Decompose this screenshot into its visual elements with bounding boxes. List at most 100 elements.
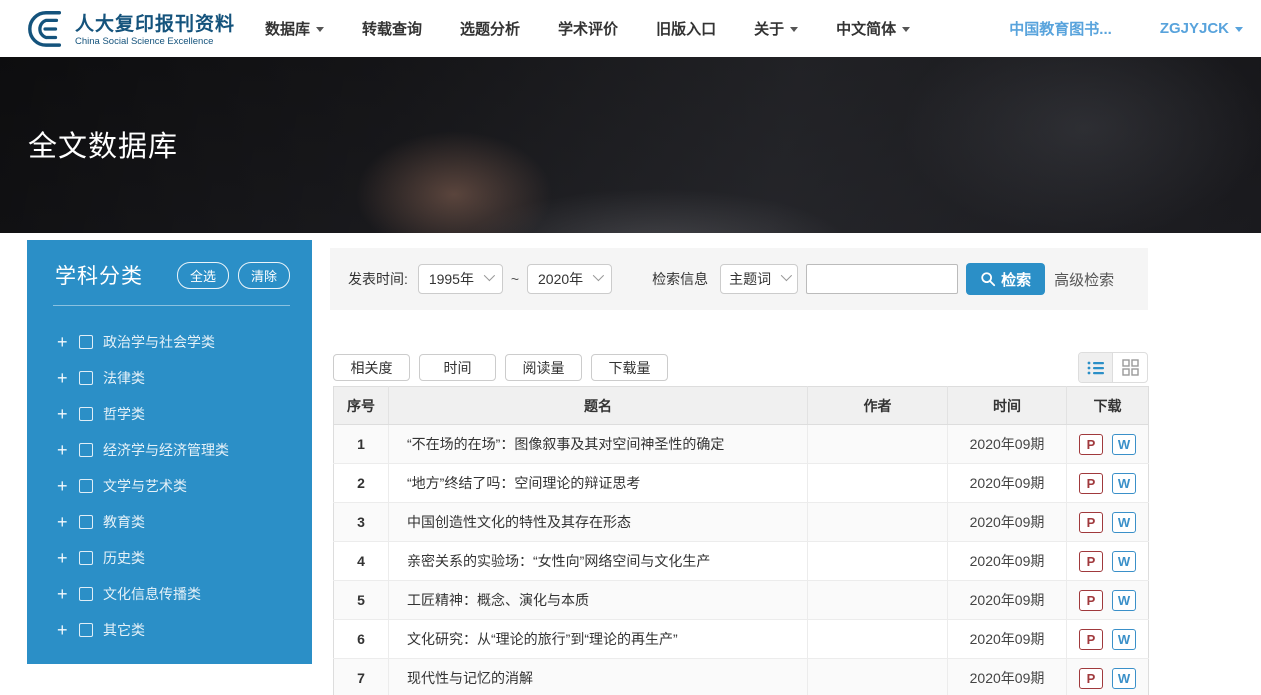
grid-view-button[interactable] [1113, 353, 1147, 382]
nav-item-关于[interactable]: 关于 [754, 18, 798, 39]
nav-item-学术评价[interactable]: 学术评价 [558, 18, 618, 39]
word-download-badge[interactable]: W [1112, 473, 1136, 494]
sidebar-item-哲学类[interactable]: +哲学类 [57, 396, 312, 432]
tilde-separator: ~ [511, 271, 519, 287]
year-from-select[interactable]: 1995年 [418, 264, 503, 294]
pdf-download-badge[interactable]: P [1079, 473, 1103, 494]
pdf-download-badge[interactable]: P [1079, 668, 1103, 689]
nav-item-label: 学术评价 [558, 18, 618, 39]
nav-item-旧版入口[interactable]: 旧版入口 [656, 18, 716, 39]
category-checkbox[interactable] [79, 443, 93, 457]
word-download-badge[interactable]: W [1112, 434, 1136, 455]
category-checkbox[interactable] [79, 623, 93, 637]
sort-button-相关度[interactable]: 相关度 [333, 354, 410, 381]
sidebar-item-经济学与经济管理类[interactable]: +经济学与经济管理类 [57, 432, 312, 468]
year-to-select[interactable]: 2020年 [527, 264, 612, 294]
expand-plus-icon[interactable]: + [57, 440, 79, 461]
article-title-link[interactable]: 工匠精神：概念、演化与本质 [389, 581, 808, 620]
sidebar-category-list: +政治学与社会学类+法律类+哲学类+经济学与经济管理类+文学与艺术类+教育类+历… [27, 316, 312, 648]
article-title-link[interactable]: “不在场的在场”：图像叙事及其对空间神圣性的确定 [389, 425, 808, 464]
nav-item-label: 旧版入口 [656, 18, 716, 39]
article-title-link[interactable]: 中国创造性文化的特性及其存在形态 [389, 503, 808, 542]
sidebar-item-其它类[interactable]: +其它类 [57, 612, 312, 648]
nav-item-数据库[interactable]: 数据库 [265, 18, 324, 39]
expand-plus-icon[interactable]: + [57, 512, 79, 533]
pdf-download-badge[interactable]: P [1079, 434, 1103, 455]
sidebar-item-文学与艺术类[interactable]: + 文学与艺术类 [57, 468, 312, 504]
word-download-badge[interactable]: W [1112, 512, 1136, 533]
category-checkbox[interactable] [79, 371, 93, 385]
logo-title: 人大复印报刊资料 [75, 14, 235, 36]
expand-plus-icon[interactable]: + [57, 404, 79, 425]
list-view-button[interactable] [1079, 353, 1113, 382]
search-button[interactable]: 检索 [966, 263, 1045, 295]
category-checkbox[interactable] [79, 407, 93, 421]
site-logo[interactable]: 人大复印报刊资料 China Social Science Excellence [25, 8, 235, 53]
nav-item-label: 中文简体 [836, 18, 896, 39]
table-row: 2“地方”终结了吗：空间理论的辩证思考2020年09期PW [334, 464, 1149, 503]
article-title-link[interactable]: 亲密关系的实验场：“女性向”网络空间与文化生产 [389, 542, 808, 581]
user-link-中国教育图书...[interactable]: 中国教育图书... [1009, 18, 1112, 39]
category-checkbox[interactable] [79, 515, 93, 529]
category-checkbox[interactable] [79, 479, 93, 493]
expand-plus-icon[interactable]: + [57, 332, 79, 353]
table-row: 5工匠精神：概念、演化与本质2020年09期PW [334, 581, 1149, 620]
logo-text: 人大复印报刊资料 China Social Science Excellence [75, 14, 235, 47]
row-number: 4 [334, 542, 389, 581]
nav-item-转载查询[interactable]: 转载查询 [362, 18, 422, 39]
year-from-value: 1995年 [429, 269, 474, 289]
category-checkbox[interactable] [79, 587, 93, 601]
sidebar-item-政治学与社会学类[interactable]: + 政治学与社会学类 [57, 324, 312, 360]
category-label: 政治学与社会学类 [103, 332, 215, 352]
article-title-link[interactable]: “地方”终结了吗：空间理论的辩证思考 [389, 464, 808, 503]
sidebar-divider [53, 305, 290, 306]
table-body: 1“不在场的在场”：图像叙事及其对空间神圣性的确定2020年09期PW2“地方”… [334, 425, 1149, 695]
sidebar-item-文化信息传播类[interactable]: + 文化信息传播类 [57, 576, 312, 612]
pdf-download-badge[interactable]: P [1079, 512, 1103, 533]
year-to-value: 2020年 [538, 269, 583, 289]
sort-button-时间[interactable]: 时间 [419, 354, 496, 381]
word-download-badge[interactable]: W [1112, 590, 1136, 611]
row-number: 6 [334, 620, 389, 659]
sidebar-item-教育类[interactable]: +教育类 [57, 504, 312, 540]
column-header-下载: 下载 [1067, 387, 1149, 425]
category-checkbox[interactable] [79, 551, 93, 565]
article-title-link[interactable]: 现代性与记忆的消解 [389, 659, 808, 695]
pdf-download-badge[interactable]: P [1079, 590, 1103, 611]
logo-icon [25, 8, 67, 53]
page-title: 全文数据库 [28, 123, 178, 165]
subject-category-sidebar: 学科分类 全选 清除 +政治学与社会学类+法律类+哲学类+经济学与经济管理类+文… [27, 240, 312, 664]
clear-button[interactable]: 清除 [238, 262, 290, 289]
download-cell: PW [1067, 659, 1149, 695]
category-checkbox[interactable] [79, 335, 93, 349]
advanced-search-link[interactable]: 高级检索 [1054, 269, 1114, 290]
sort-button-下载量[interactable]: 下载量 [591, 354, 668, 381]
pdf-download-badge[interactable]: P [1079, 551, 1103, 572]
search-field-select[interactable]: 主题词 [720, 264, 798, 294]
word-download-badge[interactable]: W [1112, 551, 1136, 572]
select-all-button[interactable]: 全选 [177, 262, 229, 289]
word-download-badge[interactable]: W [1112, 629, 1136, 650]
search-input[interactable] [806, 264, 958, 294]
category-label: 文化信息传播类 [103, 584, 201, 604]
nav-item-选题分析[interactable]: 选题分析 [460, 18, 520, 39]
expand-plus-icon[interactable]: + [57, 476, 79, 497]
category-label: 文学与艺术类 [103, 476, 187, 496]
sort-button-阅读量[interactable]: 阅读量 [505, 354, 582, 381]
sidebar-title: 学科分类 [55, 260, 168, 290]
grid-icon [1122, 359, 1139, 376]
expand-plus-icon[interactable]: + [57, 620, 79, 641]
expand-plus-icon[interactable]: + [57, 548, 79, 569]
sidebar-item-历史类[interactable]: +历史类 [57, 540, 312, 576]
nav-item-label: 转载查询 [362, 18, 422, 39]
user-nav: 中国教育图书... ZGJYJCK [961, 0, 1243, 57]
user-link-ZGJYJCK[interactable]: ZGJYJCK [1160, 20, 1243, 37]
pdf-download-badge[interactable]: P [1079, 629, 1103, 650]
word-download-badge[interactable]: W [1112, 668, 1136, 689]
nav-item-中文简体[interactable]: 中文简体 [836, 18, 910, 39]
article-title-link[interactable]: 文化研究：从“理论的旅行”到“理论的再生产” [389, 620, 808, 659]
expand-plus-icon[interactable]: + [57, 584, 79, 605]
expand-plus-icon[interactable]: + [57, 368, 79, 389]
article-issue: 2020年09期 [948, 503, 1067, 542]
sidebar-item-法律类[interactable]: +法律类 [57, 360, 312, 396]
